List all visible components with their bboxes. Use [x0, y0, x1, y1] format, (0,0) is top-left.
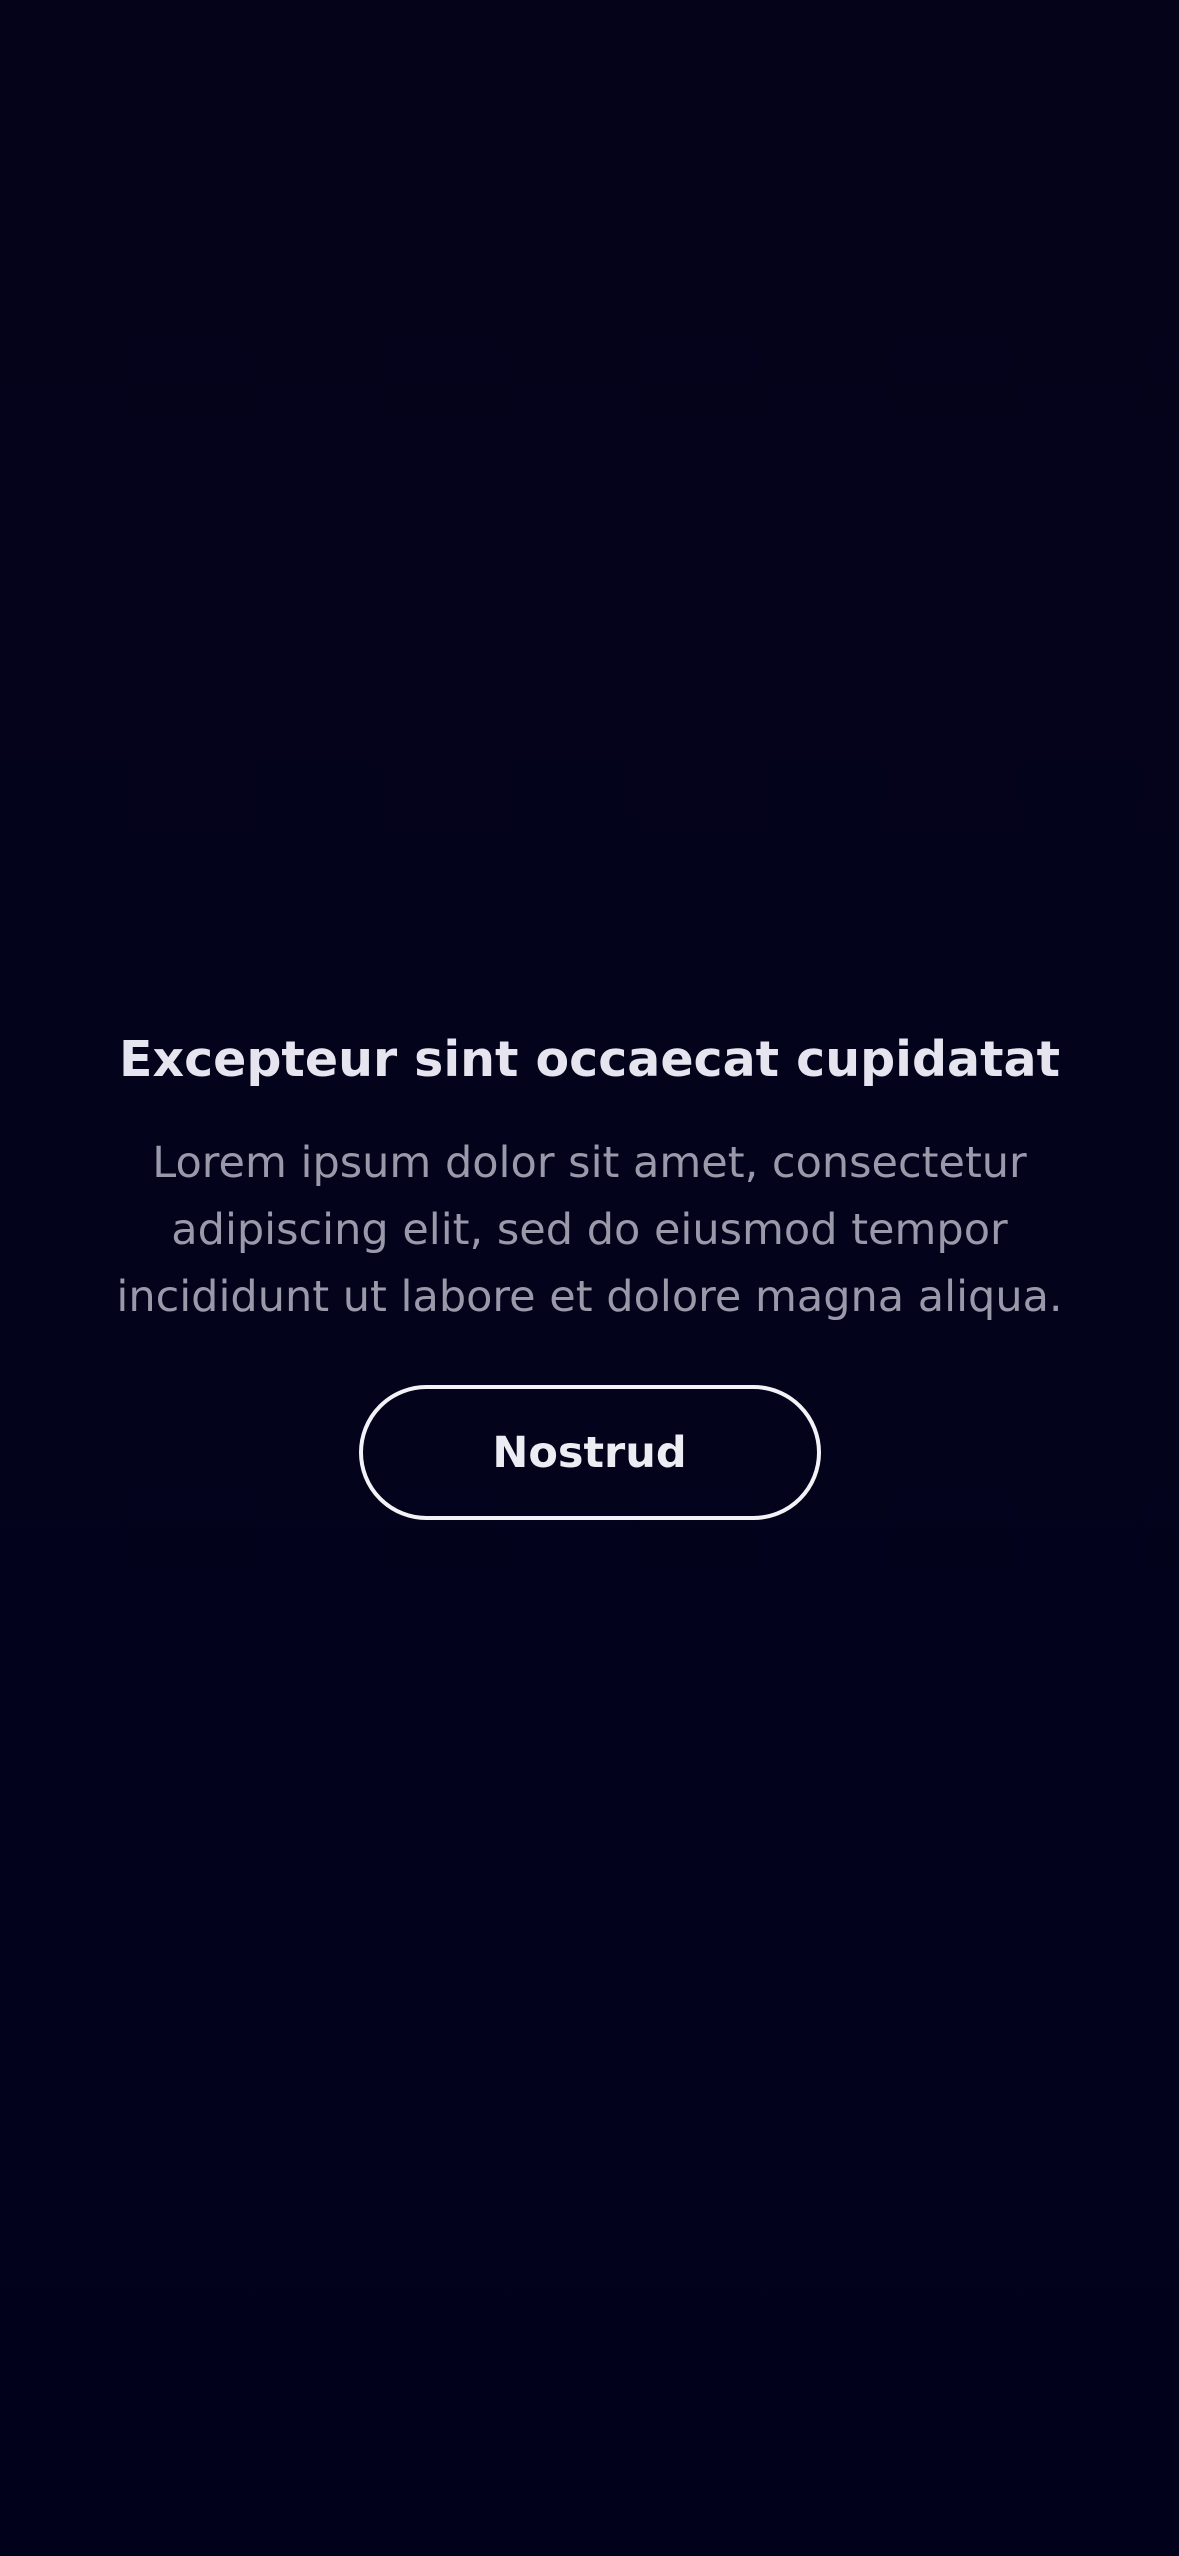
- empty-state: Excepteur sint occaecat cupidatat Lorem …: [0, 1020, 1179, 1520]
- empty-state-message: Lorem ipsum dolor sit amet, consectetur …: [116, 1138, 1063, 1322]
- app-screen: Excepteur sint occaecat cupidatat Lorem …: [0, 0, 1179, 2556]
- nostrud-button[interactable]: Nostrud: [358, 1385, 821, 1520]
- nostrud-button-label: Nostrud: [492, 1427, 687, 1478]
- empty-state-title: Excepteur sint occaecat cupidatat: [118, 1031, 1061, 1088]
